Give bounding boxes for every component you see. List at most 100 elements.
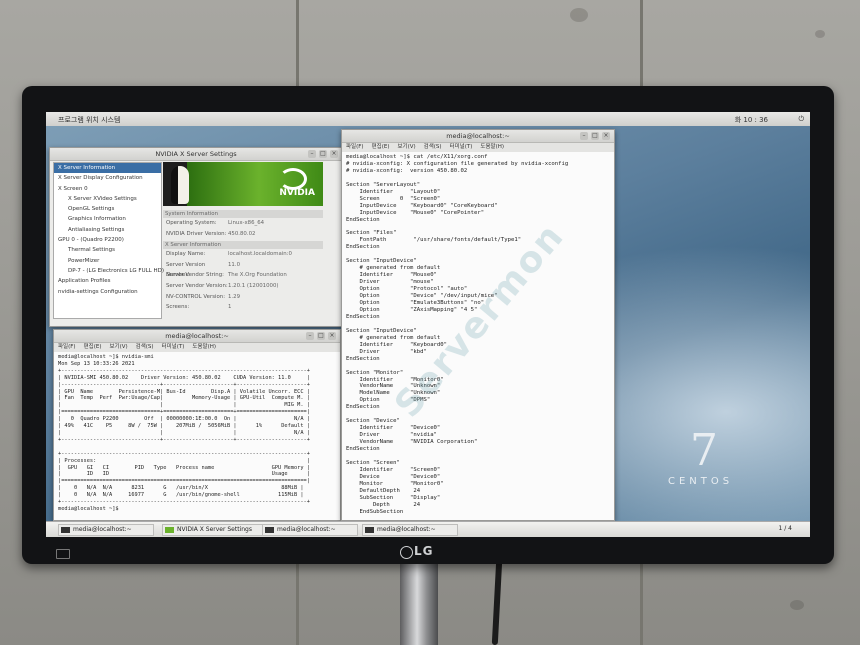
info-value: 11.0 [228, 261, 241, 268]
window-title: media@localhost:~ [165, 332, 229, 340]
info-value: 1 [228, 304, 232, 311]
tree-item[interactable]: X Server Information [54, 163, 161, 174]
menu-file[interactable]: 파일(F) [346, 143, 364, 152]
section-header: System Information [163, 210, 323, 218]
tree-item[interactable]: Graphics Information [54, 214, 161, 224]
info-label: Screens: [166, 304, 190, 311]
menu-view[interactable]: 보기(V) [397, 143, 415, 152]
monitor-stand [400, 564, 438, 645]
taskbar-item[interactable]: media@localhost:~ [58, 524, 154, 536]
nvidia-banner: NVIDIA [163, 162, 323, 206]
terminal-window-smi: media@localhost:~ – □ × 파일(F) 편집(E) 보기(V… [53, 329, 341, 521]
info-label: Server Vendor Version: [166, 282, 228, 289]
floor-stain [815, 30, 825, 38]
info-label: Server Version Number: [166, 261, 206, 279]
taskbar-item[interactable]: media@localhost:~ [262, 524, 358, 536]
terminal-icon [265, 527, 274, 533]
info-value: The X.Org Foundation [228, 272, 287, 279]
panel-clock[interactable]: 화 10 : 36 [735, 115, 768, 125]
minimize-icon[interactable]: – [580, 132, 588, 140]
workspace-pager[interactable]: 1 / 4 [779, 525, 792, 532]
info-value: 1.29 [228, 293, 241, 300]
section-header: X Server Information [163, 241, 323, 250]
info-row: Display Name: localhost.localdomain:0 [163, 249, 323, 260]
info-value: 1.20.1 (12001000) [228, 282, 279, 289]
top-panel: 프로그램 위치 시스템 화 10 : 36 ⏻ [46, 112, 810, 126]
tree-item[interactable]: X Server Display Configuration [54, 173, 161, 183]
centos-version-mark: 7 [690, 425, 718, 476]
tree-item[interactable]: Antialiasing Settings [54, 225, 161, 235]
window-title: media@localhost:~ [446, 132, 510, 140]
terminal-icon [61, 527, 70, 533]
settings-tree: X Server Information X Server Display Co… [53, 162, 164, 319]
nvidia-icon [165, 527, 174, 533]
centos-wordmark: CENTOS [668, 476, 734, 487]
monitor-brand: LG [414, 544, 434, 558]
maximize-icon[interactable]: □ [319, 150, 327, 158]
menu-terminal[interactable]: 터미널(T) [162, 343, 185, 352]
terminal-output[interactable]: media@localhost ~]$ nvidia-smi Mon Sep 1… [54, 352, 340, 520]
menu-help[interactable]: 도움말(H) [192, 343, 216, 352]
window-title: NVIDIA X Server Settings [155, 150, 237, 158]
bottom-taskbar: media@localhost:~ NVIDIA X Server Settin… [46, 521, 810, 537]
info-panel: System Information Operating System: Linu… [163, 208, 323, 313]
tree-item[interactable]: X Screen 0 [54, 184, 161, 194]
info-value: localhost.localdomain:0 [228, 251, 292, 258]
tree-item[interactable]: OpenGL Settings [54, 204, 161, 214]
close-icon[interactable]: × [602, 132, 610, 140]
close-icon[interactable]: × [330, 150, 338, 158]
info-label: Operating System: [166, 220, 217, 226]
info-label: Display Name: [166, 251, 206, 258]
info-row: Operating System: Linux-x86_64 [163, 218, 323, 229]
penguin-icon [171, 166, 189, 204]
info-row: Screens: 1 [163, 302, 323, 313]
menu-edit[interactable]: 편집(E) [372, 143, 390, 152]
info-label: Server Vendor String: [166, 272, 224, 279]
close-icon[interactable]: × [328, 332, 336, 340]
bezel-logo-icon [56, 549, 70, 559]
power-icon[interactable]: ⏻ [798, 115, 804, 124]
window-controls: – □ × [308, 150, 338, 158]
tree-item[interactable]: X Server XVideo Settings [54, 194, 161, 204]
menu-view[interactable]: 보기(V) [109, 343, 127, 352]
minimize-icon[interactable]: – [306, 332, 314, 340]
taskbar-item[interactable]: NVIDIA X Server Settings [162, 524, 270, 536]
window-titlebar[interactable]: media@localhost:~ – □ × [54, 330, 340, 343]
window-titlebar[interactable]: NVIDIA X Server Settings – □ × [50, 148, 342, 161]
tree-item[interactable]: DP-7 - (LG Electronics LG FULL HD) [54, 266, 164, 276]
terminal-menubar: 파일(F) 편집(E) 보기(V) 검색(S) 터미널(T) 도움말(H) [342, 143, 614, 152]
tree-item[interactable]: Application Profiles [54, 276, 161, 286]
menu-search[interactable]: 검색(S) [424, 143, 442, 152]
terminal-menubar: 파일(F) 편집(E) 보기(V) 검색(S) 터미널(T) 도움말(H) [54, 343, 340, 352]
taskbar-item[interactable]: media@localhost:~ [362, 524, 458, 536]
tree-item[interactable]: nvidia-settings Configuration [54, 287, 161, 297]
window-titlebar[interactable]: media@localhost:~ – □ × [342, 130, 614, 143]
info-row: Server Vendor String: The X.Org Foundatio… [163, 270, 323, 281]
info-row: Server Vendor Version: 1.20.1 (12001000) [163, 281, 323, 292]
info-label: NVIDIA Driver Version: [166, 230, 227, 237]
window-controls: – □ × [306, 332, 336, 340]
menu-help[interactable]: 도움말(H) [480, 143, 504, 152]
lg-logo-icon [400, 546, 413, 559]
info-row: NVIDIA Driver Version: 450.80.02 [163, 229, 323, 240]
menu-edit[interactable]: 편집(E) [84, 343, 102, 352]
tree-item[interactable]: PowerMizer [54, 256, 161, 266]
nvidia-eye-icon [279, 168, 307, 190]
tree-item[interactable]: GPU 0 - (Quadro P2200) [54, 235, 161, 245]
menu-search[interactable]: 검색(S) [136, 343, 154, 352]
info-value: Linux-x86_64 [228, 220, 265, 226]
info-row: NV-CONTROL Version: 1.29 [163, 292, 323, 303]
maximize-icon[interactable]: □ [591, 132, 599, 140]
terminal-icon [365, 527, 374, 533]
maximize-icon[interactable]: □ [317, 332, 325, 340]
menu-terminal[interactable]: 터미널(T) [450, 143, 473, 152]
nvidia-settings-window: NVIDIA X Server Settings – □ × X Server … [49, 147, 343, 327]
tree-item[interactable]: Thermal Settings [54, 245, 161, 255]
menu-file[interactable]: 파일(F) [58, 343, 76, 352]
window-controls: – □ × [580, 132, 610, 140]
nvidia-logo: NVIDIA [279, 188, 315, 198]
info-value: 450.80.02 [228, 230, 256, 237]
applications-menu[interactable]: 프로그램 위치 시스템 [58, 115, 120, 125]
floor-stain [790, 600, 804, 610]
minimize-icon[interactable]: – [308, 150, 316, 158]
